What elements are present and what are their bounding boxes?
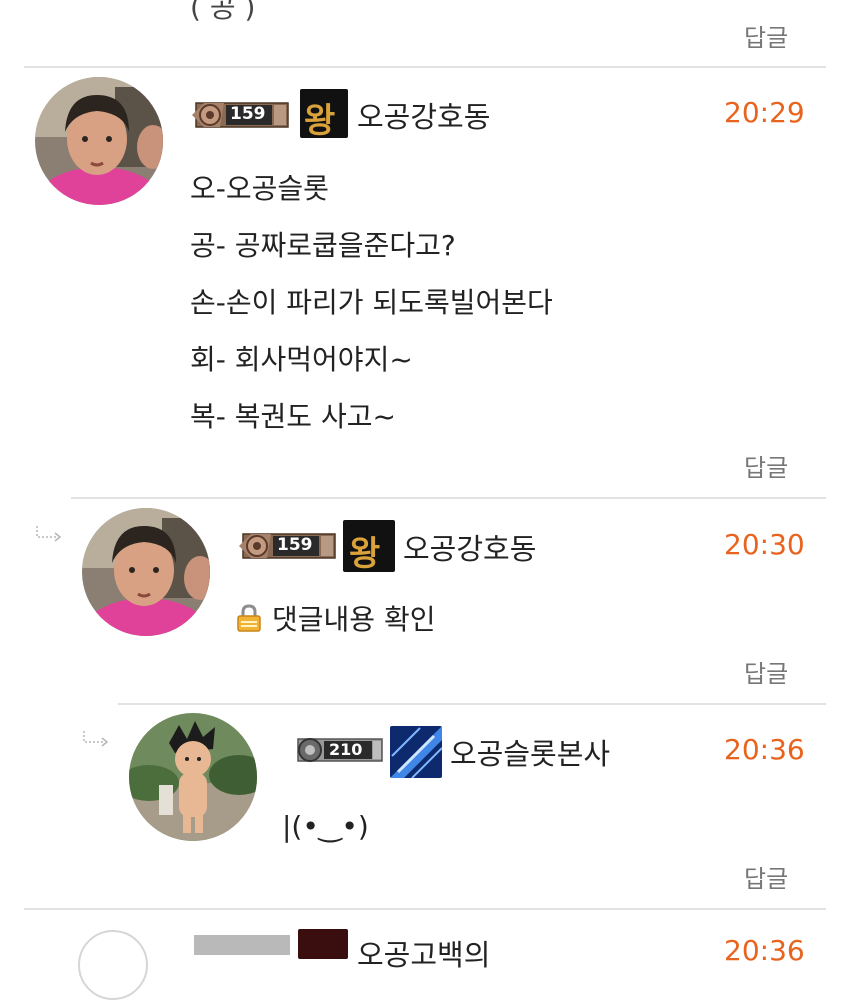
locked-comment-text[interactable]: 댓글내용 확인 (272, 598, 435, 638)
timestamp: 20:36 (724, 733, 805, 766)
timestamp: 20:29 (724, 96, 805, 129)
level-badge-icon (194, 935, 290, 955)
reply-arrow-icon (34, 524, 64, 542)
nickname[interactable]: 오공슬롯본사 (450, 731, 610, 773)
nickname[interactable]: 오공고백의 (357, 932, 490, 974)
level-number: 159 (230, 104, 266, 124)
level-badge-icon: 159 (190, 97, 290, 133)
timestamp: 20:36 (724, 934, 805, 967)
reply-arrow-icon (81, 729, 111, 747)
level-number: 159 (277, 535, 313, 555)
divider (118, 703, 826, 705)
nickname[interactable]: 오공강호동 (403, 526, 536, 568)
rank-badge-icon: 왕 (300, 89, 348, 138)
rank-badge-text: 왕 (349, 534, 381, 572)
reply-button[interactable]: 답글 (744, 654, 788, 689)
top-comment-fragment: ( 공 ) (190, 0, 255, 26)
divider (24, 66, 826, 68)
rank-badge-icon (390, 726, 442, 778)
reply-button[interactable]: 답글 (744, 448, 788, 483)
comment-line: 복- 복권도 사고~ (190, 400, 396, 433)
comment-line: 공- 공짜로쿱을준다고? (190, 229, 456, 262)
rank-badge-text: 왕 (304, 101, 336, 138)
avatar[interactable] (82, 508, 210, 636)
timestamp: 20:30 (724, 528, 805, 561)
reply-button[interactable]: 답글 (744, 859, 788, 894)
avatar[interactable] (35, 77, 163, 205)
top-fragment-text: ( 공 ) (190, 0, 256, 24)
reply-button[interactable]: 답글 (744, 18, 788, 53)
level-badge-icon: 210 (294, 733, 384, 767)
level-badge-icon: 159 (237, 528, 337, 564)
avatar[interactable] (129, 713, 257, 841)
divider (24, 908, 826, 910)
comment-line: |(•‿•) (282, 810, 369, 843)
comment-line: 오-오공슬롯 (190, 172, 329, 205)
divider (71, 497, 826, 499)
rank-badge-icon (298, 929, 348, 959)
comment-line: 손-손이 파리가 되도록빌어본다 (190, 286, 553, 319)
comment-line: 회- 회사먹어야지~ (190, 343, 413, 376)
avatar[interactable] (78, 930, 148, 1000)
nickname[interactable]: 오공강호동 (357, 94, 490, 136)
level-number: 210 (329, 740, 363, 759)
rank-badge-icon: 왕 (343, 520, 395, 572)
lock-icon (235, 603, 263, 633)
